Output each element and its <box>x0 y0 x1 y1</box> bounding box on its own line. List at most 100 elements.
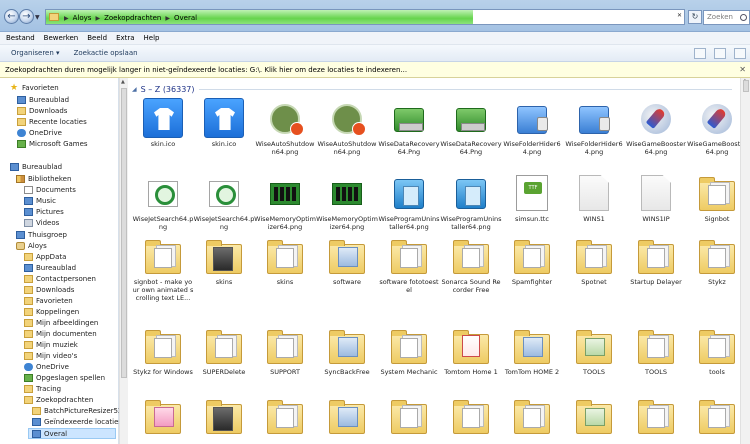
file-item[interactable]: WINS1IP <box>625 173 687 239</box>
file-item[interactable]: skins <box>254 236 316 302</box>
nav-libraries[interactable]: Bibliotheken <box>16 173 71 184</box>
organize-button[interactable]: Organiseren ▾ <box>11 49 60 57</box>
nav-user[interactable]: Aloys <box>16 240 47 251</box>
nav-favorites[interactable]: ★ Favorieten <box>10 82 59 93</box>
close-icon[interactable]: ✕ <box>739 65 746 74</box>
file-item[interactable] <box>501 396 563 444</box>
nav-search-indexed[interactable]: Geïndexeerde locaties <box>32 416 122 427</box>
nav-user-music[interactable]: Mijn muziek <box>24 339 78 350</box>
breadcrumb-overal[interactable]: Overal <box>174 14 197 22</box>
file-item[interactable] <box>563 396 625 444</box>
file-item[interactable]: WINS1 <box>563 173 625 239</box>
file-item[interactable] <box>440 396 502 444</box>
file-item[interactable] <box>378 396 440 444</box>
file-item[interactable]: software fototoestel <box>378 236 440 302</box>
refresh-button[interactable]: ↻ <box>688 10 702 24</box>
file-item[interactable]: Spotnet <box>563 236 625 302</box>
file-item[interactable]: Startup Delayer <box>625 236 687 302</box>
file-item[interactable]: software <box>316 236 378 302</box>
collapse-icon[interactable]: ◢ <box>132 86 137 93</box>
nav-user-bureaublad[interactable]: Bureaublad <box>24 262 76 273</box>
nav-lib-pictures[interactable]: Pictures <box>24 206 64 217</box>
menu-bestand[interactable]: Bestand <box>6 34 35 42</box>
nav-fav-games[interactable]: Microsoft Games <box>17 138 88 149</box>
file-item[interactable]: WiseJetSearch64.png <box>193 173 255 239</box>
nav-scroll-thumb[interactable] <box>121 88 127 378</box>
nav-user-saved-games[interactable]: Opgeslagen spellen <box>24 372 105 383</box>
file-item[interactable]: Sonarca Sound Recorder Free <box>440 236 502 302</box>
menu-beeld[interactable]: Beeld <box>87 34 107 42</box>
file-item[interactable]: SUPERDelete <box>193 326 255 392</box>
save-search-button[interactable]: Zoekactie opslaan <box>74 49 138 57</box>
nav-fav-bureaublad[interactable]: Bureaublad <box>17 94 69 105</box>
group-header[interactable]: ◢ S – Z (36337) <box>132 83 732 95</box>
file-item[interactable]: tools <box>686 326 740 392</box>
file-item[interactable] <box>193 396 255 444</box>
file-item[interactable]: skins <box>193 236 255 302</box>
file-item[interactable]: WiseMemoryOptimizer64.png <box>316 173 378 239</box>
nav-desktop[interactable]: Bureaublad <box>10 161 62 172</box>
nav-search-overal[interactable]: Overal <box>28 428 116 439</box>
menu-help[interactable]: Help <box>144 34 160 42</box>
file-item[interactable]: WiseGameBooster64.png <box>625 98 687 164</box>
index-info-bar[interactable]: Zoekopdrachten duren mogelijk langer in … <box>0 62 750 78</box>
file-item[interactable]: Stykz for Windows <box>132 326 194 392</box>
nav-user-onedrive[interactable]: OneDrive <box>24 361 69 372</box>
help-icon[interactable] <box>734 48 746 59</box>
file-item[interactable]: Stykz <box>686 236 740 302</box>
nav-fav-onedrive[interactable]: OneDrive <box>17 127 62 138</box>
nav-user-links[interactable]: Koppelingen <box>24 306 79 317</box>
file-item[interactable]: TOOLS <box>563 326 625 392</box>
nav-user-contacts[interactable]: Contactpersonen <box>24 273 96 284</box>
file-item[interactable] <box>625 396 687 444</box>
file-item[interactable]: WiseMemoryOptimizer64.png <box>254 173 316 239</box>
nav-user-appdata[interactable]: AppData <box>24 251 66 262</box>
nav-user-tracing[interactable]: Tracing <box>24 383 61 394</box>
file-item[interactable]: WiseAutoShutdown64.png <box>316 98 378 164</box>
nav-user-favorites[interactable]: Favorieten <box>24 295 73 306</box>
file-item[interactable]: SUPPORT <box>254 326 316 392</box>
breadcrumb-aloys[interactable]: Aloys <box>73 14 92 22</box>
nav-fav-downloads[interactable]: Downloads <box>17 105 67 116</box>
file-item[interactable]: WiseProgramUninstaller64.png <box>378 173 440 239</box>
file-item[interactable]: Signbot <box>686 173 740 239</box>
file-item[interactable]: TomTom HOME 2 <box>501 326 563 392</box>
forward-button[interactable]: → <box>19 9 34 24</box>
file-item[interactable]: WiseDataRecovery64.Png <box>378 98 440 164</box>
file-item[interactable]: SyncBackFree <box>316 326 378 392</box>
nav-lib-music[interactable]: Music <box>24 195 56 206</box>
nav-scrollbar[interactable]: ▲ <box>119 78 128 444</box>
breadcrumb-zoekopdrachten[interactable]: Zoekopdrachten <box>104 14 161 22</box>
nav-fav-recent[interactable]: Recente locaties <box>17 116 87 127</box>
address-bar[interactable]: ▶ Aloys ▶ Zoekopdrachten ▶ Overal ✕ <box>45 9 685 25</box>
preview-pane-icon[interactable] <box>714 48 726 59</box>
change-view-icon[interactable] <box>694 48 706 59</box>
file-item[interactable]: skin.ico <box>193 98 255 164</box>
file-item[interactable]: simsun.ttc <box>501 173 563 239</box>
file-item[interactable]: WiseDataRecovery64.Png <box>440 98 502 164</box>
file-item[interactable]: Tomtom Home 1 <box>440 326 502 392</box>
nav-user-pictures[interactable]: Mijn afbeeldingen <box>24 317 98 328</box>
file-item[interactable]: WiseFolderHider64.png <box>563 98 625 164</box>
nav-user-videos[interactable]: Mijn video's <box>24 350 77 361</box>
nav-lib-videos[interactable]: Videos <box>24 217 59 228</box>
nav-user-searches[interactable]: Zoekopdrachten <box>24 394 93 405</box>
nav-user-downloads[interactable]: Downloads <box>24 284 74 295</box>
nav-lib-documents[interactable]: Documents <box>24 184 76 195</box>
nav-homegroup[interactable]: Thuisgroep <box>16 229 67 240</box>
content-scroll-thumb[interactable] <box>743 80 749 92</box>
search-input[interactable]: Zoeken <box>703 10 750 25</box>
file-item[interactable]: TOOLS <box>625 326 687 392</box>
file-item[interactable]: WiseGameBooster64.png <box>686 98 740 164</box>
file-item[interactable]: WiseAutoShutdown64.png <box>254 98 316 164</box>
file-item[interactable] <box>132 396 194 444</box>
file-item[interactable]: skin.ico <box>132 98 194 164</box>
recent-pages-dropdown[interactable]: ▼ <box>35 14 40 21</box>
content-scrollbar[interactable]: ▲ <box>740 78 750 444</box>
file-item[interactable]: WiseProgramUninstaller64.png <box>440 173 502 239</box>
file-item[interactable]: WiseJetSearch64.png <box>132 173 194 239</box>
address-close-icon[interactable]: ✕ <box>677 12 682 19</box>
back-button[interactable]: ← <box>4 9 19 24</box>
file-item[interactable] <box>316 396 378 444</box>
file-item[interactable]: System Mechanic <box>378 326 440 392</box>
